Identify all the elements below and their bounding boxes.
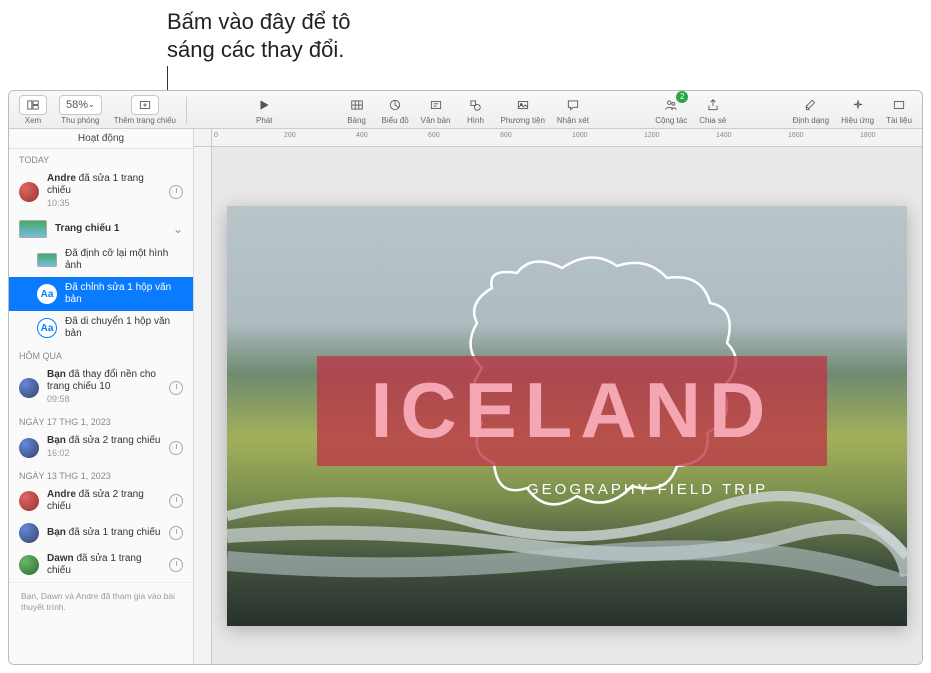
- document-button[interactable]: [886, 95, 912, 115]
- zoom-label: Thu phóng: [61, 116, 99, 125]
- callout-text: Bấm vào đây để tô sáng các thay đổi.: [167, 8, 350, 64]
- document-label: Tài liệu: [886, 116, 912, 125]
- media-button[interactable]: [510, 95, 536, 115]
- clock-icon: [169, 558, 183, 572]
- avatar-icon: [19, 378, 39, 398]
- chart-button[interactable]: [382, 95, 408, 115]
- add-slide-button[interactable]: [131, 95, 159, 115]
- activity-item[interactable]: Bạn đã sửa 2 trang chiếu 16:02: [9, 430, 193, 465]
- toolbar: Xem 58% ⌄ Thu phóng Thêm trang chiếu Phá…: [9, 91, 922, 129]
- comment-label: Nhận xét: [557, 116, 589, 125]
- activity-item[interactable]: Bạn đã sửa 1 trang chiếu: [9, 518, 193, 548]
- table-button[interactable]: [344, 95, 370, 115]
- activity-sidebar: Hoạt động TODAY Andre đã sửa 1 trang chi…: [9, 129, 194, 664]
- text-aa-icon: Aa: [37, 318, 57, 338]
- text-button[interactable]: [423, 95, 449, 115]
- activity-item[interactable]: Andre đã sửa 2 trang chiếu: [9, 484, 193, 518]
- table-label: Bảng: [347, 116, 366, 125]
- format-label: Định dạng: [793, 116, 829, 125]
- ruler-horizontal: 0 200 400 600 800 1000 1200 1400 1600 18…: [212, 129, 922, 147]
- view-button[interactable]: [19, 95, 47, 115]
- avatar-icon: [19, 555, 39, 575]
- activity-subitem[interactable]: Aa Đã di chuyển 1 hộp văn bản: [9, 311, 193, 345]
- add-slide-label: Thêm trang chiếu: [114, 116, 176, 125]
- shape-label: Hình: [467, 116, 484, 125]
- sidebar-footnote: Bạn, Dawn và Andre đã tham gia vào bài t…: [9, 582, 193, 621]
- text-aa-icon: Aa: [37, 284, 57, 304]
- clock-icon: [169, 494, 183, 508]
- comment-button[interactable]: [560, 95, 586, 115]
- slide-title-box[interactable]: ICELAND: [317, 356, 827, 466]
- activity-subitem-selected[interactable]: Aa Đã chỉnh sửa 1 hộp văn bản: [9, 277, 193, 311]
- chart-label: Biểu đồ: [382, 116, 409, 125]
- section-yesterday: Hôm qua: [9, 345, 193, 364]
- share-label: Chia sẻ: [699, 116, 726, 125]
- avatar-icon: [19, 438, 39, 458]
- media-label: Phương tiện: [500, 116, 544, 125]
- activity-subitem[interactable]: Đã định cỡ lại một hình ảnh: [9, 243, 193, 277]
- ruler-corner: [194, 129, 212, 147]
- slide-title: ICELAND: [371, 365, 774, 456]
- shape-button[interactable]: [462, 95, 488, 115]
- ruler-vertical: [194, 147, 212, 664]
- image-icon: [37, 253, 57, 267]
- effects-label: Hiệu ứng: [841, 116, 874, 125]
- activity-item[interactable]: Dawn đã sửa 1 trang chiếu: [9, 548, 193, 582]
- collab-button[interactable]: [658, 95, 684, 115]
- view-label: Xem: [25, 116, 41, 125]
- format-button[interactable]: [798, 95, 824, 115]
- play-button[interactable]: [251, 95, 277, 115]
- activity-item[interactable]: Andre đã sửa 1 trang chiếu 10:35: [9, 168, 193, 215]
- effects-button[interactable]: [845, 95, 871, 115]
- sidebar-title: Hoạt động: [9, 129, 193, 149]
- clock-icon: [169, 526, 183, 540]
- activity-slide-group[interactable]: Trang chiếu 1 ⌄: [9, 215, 193, 243]
- play-label: Phát: [256, 116, 272, 125]
- section-jan17: ngày 17 Thg 1, 2023: [9, 411, 193, 430]
- section-jan13: ngày 13 Thg 1, 2023: [9, 465, 193, 484]
- slide[interactable]: ICELAND GEOGRAPHY FIELD TRIP: [227, 206, 907, 626]
- text-label: Văn bản: [421, 116, 451, 125]
- slide-subtitle[interactable]: GEOGRAPHY FIELD TRIP: [527, 481, 768, 498]
- collab-label: Cộng tác: [655, 116, 687, 125]
- slide-thumbnail-icon: [19, 220, 47, 238]
- share-button[interactable]: [700, 95, 726, 115]
- slide-canvas[interactable]: 0 200 400 600 800 1000 1200 1400 1600 18…: [194, 129, 922, 664]
- avatar-icon: [19, 182, 39, 202]
- activity-list[interactable]: TODAY Andre đã sửa 1 trang chiếu 10:35 T…: [9, 149, 193, 664]
- main-area: Hoạt động TODAY Andre đã sửa 1 trang chi…: [9, 129, 922, 664]
- clock-icon: [169, 185, 183, 199]
- avatar-icon: [19, 491, 39, 511]
- section-today: TODAY: [9, 149, 193, 168]
- avatar-icon: [19, 523, 39, 543]
- zoom-select[interactable]: 58% ⌄: [59, 95, 102, 115]
- chevron-down-icon: ⌄: [173, 222, 183, 236]
- activity-item[interactable]: Bạn đã thay đổi nền cho trang chiếu 10 0…: [9, 364, 193, 411]
- clock-icon: [169, 381, 183, 395]
- app-window: Xem 58% ⌄ Thu phóng Thêm trang chiếu Phá…: [8, 90, 923, 665]
- clock-icon: [169, 441, 183, 455]
